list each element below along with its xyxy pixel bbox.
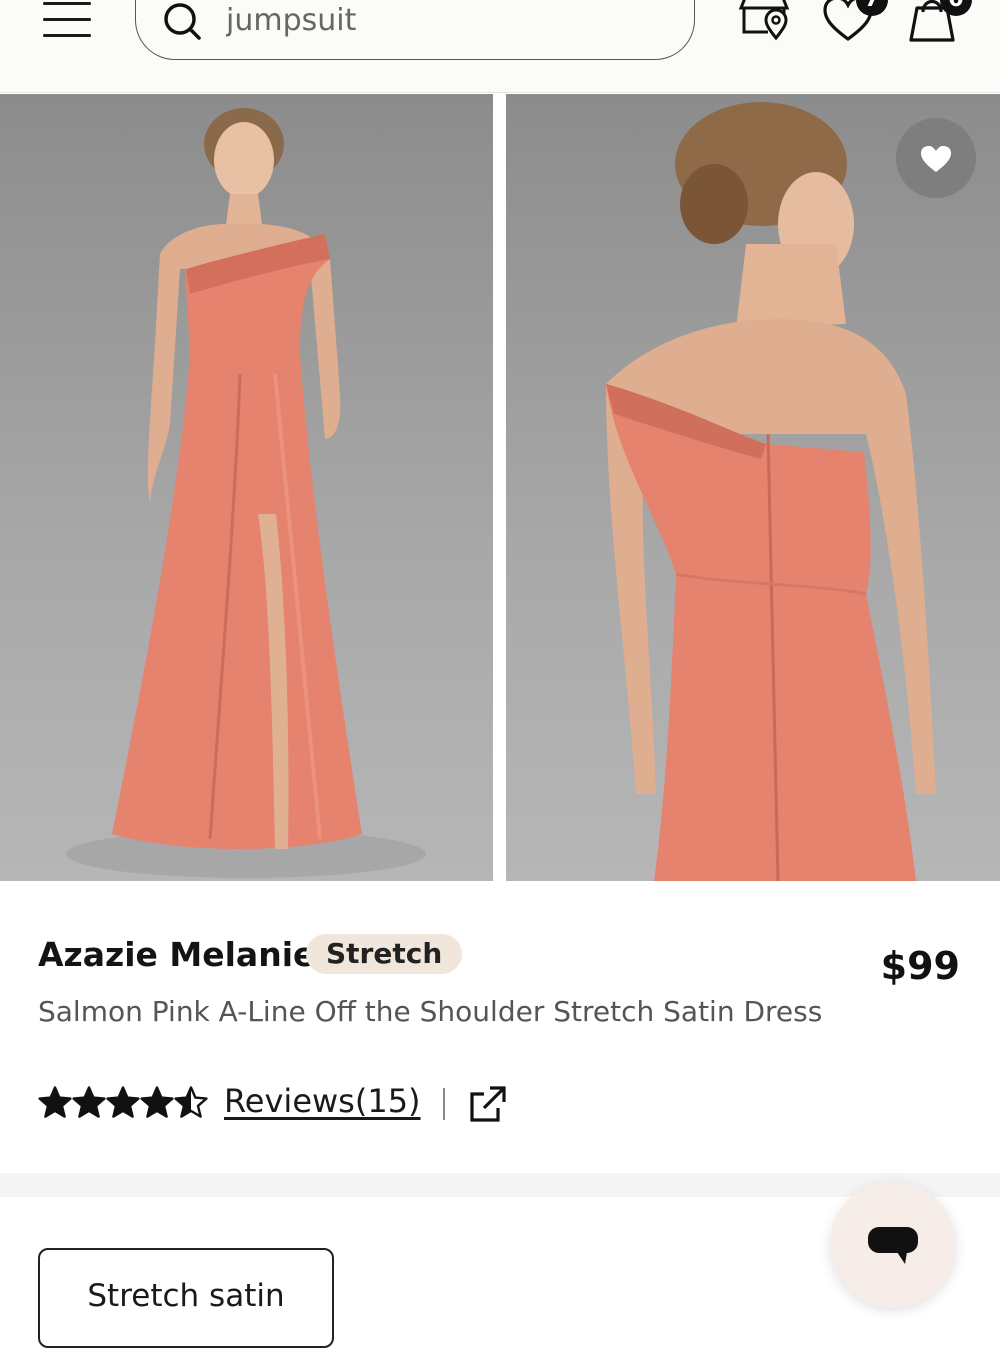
stretch-tag: Stretch	[306, 934, 463, 974]
chat-button[interactable]	[830, 1182, 956, 1308]
top-header: 7 0	[0, 0, 1000, 93]
chat-icon	[868, 1227, 918, 1264]
product-price: $99	[880, 944, 960, 988]
product-description: Salmon Pink A-Line Off the Shoulder Stre…	[38, 995, 823, 1028]
reviews-link[interactable]: Reviews(15)	[224, 1082, 421, 1120]
star-icon	[174, 1086, 208, 1118]
store-locator-icon[interactable]	[738, 0, 792, 44]
search-bar[interactable]	[135, 0, 695, 60]
cart-button[interactable]: 0	[906, 0, 972, 44]
favorite-button[interactable]	[896, 118, 976, 198]
star-icon	[38, 1086, 72, 1118]
rating-stars	[38, 1086, 208, 1122]
fabric-chip-label: Stretch satin	[87, 1278, 285, 1314]
search-icon	[164, 3, 201, 40]
search-input[interactable]	[226, 1, 646, 39]
product-image-back[interactable]	[506, 94, 1000, 881]
product-brand-name: Azazie Melanie	[38, 935, 316, 974]
heart-icon	[921, 146, 951, 172]
divider	[443, 1088, 445, 1120]
star-icon	[72, 1086, 106, 1118]
star-icon	[106, 1086, 140, 1118]
share-icon[interactable]	[468, 1084, 508, 1124]
wishlist-button[interactable]: 7	[822, 0, 888, 44]
product-image-front[interactable]	[0, 94, 493, 881]
menu-icon[interactable]	[40, 0, 94, 40]
star-icon	[140, 1086, 174, 1118]
dress-back-illustration	[606, 102, 936, 881]
section-divider	[0, 1173, 1000, 1197]
fabric-chip[interactable]: Stretch satin	[38, 1248, 334, 1348]
dress-front-illustration	[66, 108, 426, 878]
